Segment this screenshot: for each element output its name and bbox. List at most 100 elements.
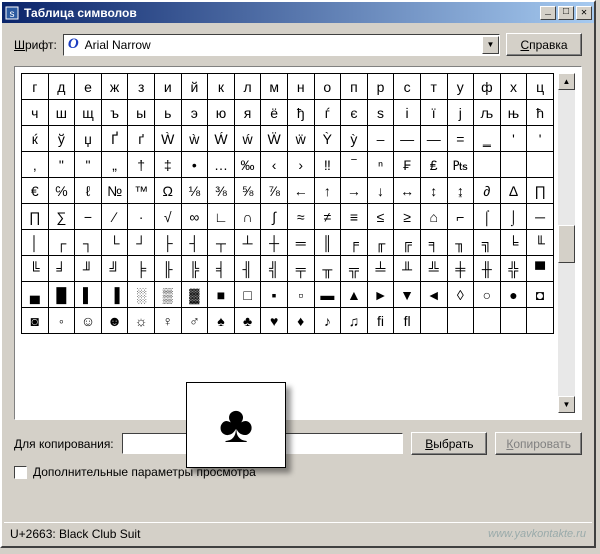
advanced-checkbox[interactable] bbox=[14, 466, 27, 479]
character-cell[interactable]: ◦ bbox=[48, 308, 75, 334]
character-cell[interactable]: ≠ bbox=[314, 204, 341, 230]
character-cell[interactable]: ├ bbox=[154, 230, 181, 256]
character-cell[interactable]: э bbox=[181, 100, 208, 126]
character-cell[interactable] bbox=[474, 308, 501, 334]
character-cell[interactable]: │ bbox=[22, 230, 49, 256]
character-cell[interactable]: я bbox=[234, 100, 261, 126]
character-cell[interactable]: ☻ bbox=[101, 308, 128, 334]
minimize-button[interactable]: _ bbox=[540, 6, 556, 20]
character-cell[interactable]: ⅝ bbox=[234, 178, 261, 204]
character-cell[interactable]: ◊ bbox=[447, 282, 474, 308]
character-cell[interactable]: ﬂ bbox=[394, 308, 421, 334]
character-cell[interactable]: ☼ bbox=[128, 308, 155, 334]
character-cell[interactable]: ∏ bbox=[527, 178, 554, 204]
character-cell[interactable]: ╠ bbox=[181, 256, 208, 282]
character-cell[interactable]: ћ bbox=[527, 100, 554, 126]
character-cell[interactable]: ≈ bbox=[287, 204, 314, 230]
character-cell[interactable]: ─ bbox=[527, 204, 554, 230]
character-cell[interactable]: € bbox=[22, 178, 49, 204]
character-cell[interactable]: ỳ bbox=[341, 126, 368, 152]
character-cell[interactable]: ℅ bbox=[48, 178, 75, 204]
character-cell[interactable]: ▪ bbox=[261, 282, 288, 308]
character-cell[interactable]: √ bbox=[154, 204, 181, 230]
character-cell[interactable]: ♦ bbox=[287, 308, 314, 334]
character-cell[interactable]: з bbox=[128, 74, 155, 100]
character-cell[interactable]: ╩ bbox=[420, 256, 447, 282]
character-cell[interactable]: ẃ bbox=[234, 126, 261, 152]
character-cell[interactable]: ╦ bbox=[341, 256, 368, 282]
character-cell[interactable] bbox=[447, 308, 474, 334]
character-cell[interactable]: ю bbox=[208, 100, 235, 126]
character-cell[interactable]: е bbox=[75, 74, 102, 100]
character-cell[interactable]: ◙ bbox=[22, 308, 49, 334]
character-cell[interactable]: ∫ bbox=[261, 204, 288, 230]
character-cell[interactable]: ↨ bbox=[447, 178, 474, 204]
character-cell[interactable]: ▼ bbox=[394, 282, 421, 308]
character-cell[interactable]: й bbox=[181, 74, 208, 100]
character-cell[interactable]: ∙ bbox=[128, 204, 155, 230]
character-cell[interactable]: → bbox=[341, 178, 368, 204]
close-button[interactable]: ✕ bbox=[576, 6, 592, 20]
character-cell[interactable]: ‚ bbox=[22, 152, 49, 178]
character-cell[interactable]: ┴ bbox=[234, 230, 261, 256]
character-cell[interactable]: ў bbox=[48, 126, 75, 152]
character-cell[interactable]: ═ bbox=[287, 230, 314, 256]
character-cell[interactable]: ∟ bbox=[208, 204, 235, 230]
character-cell[interactable]: Ґ bbox=[101, 126, 128, 152]
character-cell[interactable]: ≤ bbox=[367, 204, 394, 230]
character-cell[interactable]: ⌐ bbox=[447, 204, 474, 230]
character-cell[interactable] bbox=[500, 152, 527, 178]
character-cell[interactable]: ░ bbox=[128, 282, 155, 308]
character-cell[interactable]: ♥ bbox=[261, 308, 288, 334]
character-cell[interactable]: ╖ bbox=[447, 230, 474, 256]
character-cell[interactable]: ╣ bbox=[261, 256, 288, 282]
character-cell[interactable]: т bbox=[420, 74, 447, 100]
character-cell[interactable]: ⌠ bbox=[474, 204, 501, 230]
character-cell[interactable]: — bbox=[394, 126, 421, 152]
character-cell[interactable] bbox=[500, 308, 527, 334]
character-grid[interactable]: гдежзийклмнопрстуфхцчшщъыьэюяёђѓєѕіїјљњћ… bbox=[21, 73, 554, 334]
character-cell[interactable] bbox=[527, 152, 554, 178]
character-cell[interactable]: ▲ bbox=[341, 282, 368, 308]
character-cell[interactable]: ' bbox=[500, 126, 527, 152]
character-cell[interactable]: ќ bbox=[22, 126, 49, 152]
character-cell[interactable]: ⌡ bbox=[500, 204, 527, 230]
character-cell[interactable]: д bbox=[48, 74, 75, 100]
character-cell[interactable]: џ bbox=[75, 126, 102, 152]
character-cell[interactable]: ╪ bbox=[447, 256, 474, 282]
scroll-down-icon[interactable]: ▼ bbox=[558, 396, 575, 413]
character-cell[interactable]: ╗ bbox=[474, 230, 501, 256]
character-cell[interactable]: ☺ bbox=[75, 308, 102, 334]
character-cell[interactable]: ◘ bbox=[527, 282, 554, 308]
character-cell[interactable]: ╥ bbox=[314, 256, 341, 282]
character-cell[interactable]: ← bbox=[287, 178, 314, 204]
character-cell[interactable]: › bbox=[287, 152, 314, 178]
character-cell[interactable]: Ω bbox=[154, 178, 181, 204]
character-cell[interactable]: ѕ bbox=[367, 100, 394, 126]
character-cell[interactable]: ' bbox=[527, 126, 554, 152]
character-cell[interactable]: ẅ bbox=[287, 126, 314, 152]
character-cell[interactable]: ╜ bbox=[75, 256, 102, 282]
character-cell[interactable]: ► bbox=[367, 282, 394, 308]
character-cell[interactable]: ⌂ bbox=[420, 204, 447, 230]
character-cell[interactable]: ⅞ bbox=[261, 178, 288, 204]
character-cell[interactable]: ■ bbox=[208, 282, 235, 308]
character-cell[interactable]: с bbox=[394, 74, 421, 100]
character-cell[interactable]: ◄ bbox=[420, 282, 447, 308]
character-cell[interactable]: щ bbox=[75, 100, 102, 126]
character-cell[interactable]: ╘ bbox=[500, 230, 527, 256]
character-cell[interactable]: м bbox=[261, 74, 288, 100]
character-cell[interactable]: ∏ bbox=[22, 204, 49, 230]
character-cell[interactable]: ╧ bbox=[367, 256, 394, 282]
character-cell[interactable]: ┌ bbox=[48, 230, 75, 256]
character-cell[interactable]: ₤ bbox=[420, 152, 447, 178]
character-cell[interactable]: л bbox=[234, 74, 261, 100]
character-cell[interactable]: ♫ bbox=[341, 308, 368, 334]
character-cell[interactable]: ⅛ bbox=[181, 178, 208, 204]
character-cell[interactable]: п bbox=[341, 74, 368, 100]
character-cell[interactable]: ‡ bbox=[154, 152, 181, 178]
character-cell[interactable]: ђ bbox=[287, 100, 314, 126]
character-cell[interactable]: □ bbox=[234, 282, 261, 308]
character-cell[interactable]: ≥ bbox=[394, 204, 421, 230]
character-cell[interactable]: ╔ bbox=[394, 230, 421, 256]
